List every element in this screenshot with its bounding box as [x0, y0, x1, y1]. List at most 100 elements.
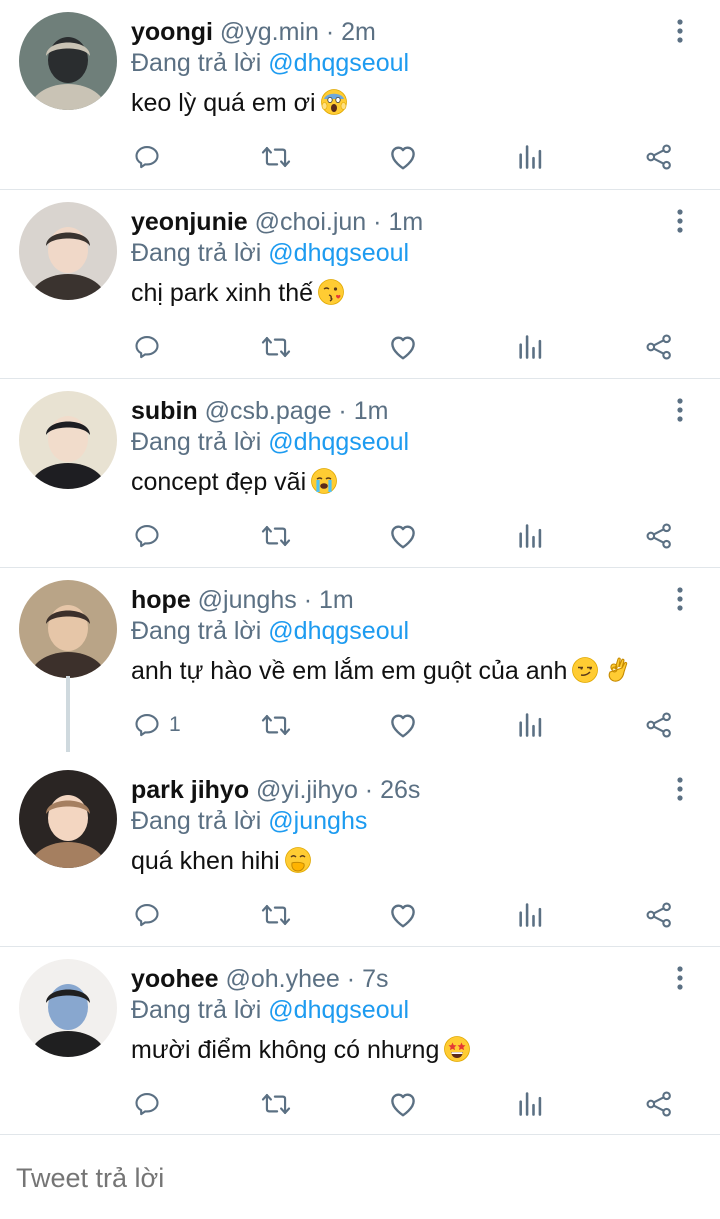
- retweet-button[interactable]: [259, 1087, 293, 1121]
- reply-tweet[interactable]: yoongi @yg.min · 2m Đang trả lời @dhqgseo…: [0, 0, 720, 190]
- retweet-icon: [259, 901, 293, 929]
- mention-link[interactable]: @junghs: [268, 807, 367, 835]
- reply-button[interactable]: [133, 140, 169, 174]
- reply-tweet[interactable]: yeonjunie @choi.jun · 1m Đang trả lời @dh…: [0, 190, 720, 379]
- reply-button[interactable]: [133, 898, 169, 932]
- timestamp[interactable]: 1m: [388, 208, 423, 236]
- user-handle[interactable]: @yg.min: [220, 18, 319, 46]
- retweet-button[interactable]: [259, 898, 293, 932]
- share-button[interactable]: [645, 519, 673, 553]
- tweet-text: mười điểm không có nhưng: [131, 1032, 471, 1068]
- more-options-icon[interactable]: [670, 395, 690, 425]
- avatar[interactable]: [19, 770, 117, 868]
- analytics-button[interactable]: [517, 708, 543, 742]
- like-button[interactable]: [388, 519, 418, 553]
- display-name[interactable]: yoongi: [131, 18, 213, 46]
- timestamp[interactable]: 1m: [354, 397, 389, 425]
- like-button[interactable]: [388, 708, 418, 742]
- star-struck-icon: [443, 1035, 471, 1063]
- more-options-icon[interactable]: [670, 584, 690, 614]
- reply-tweet[interactable]: yoohee @oh.yhee · 7s Đang trả lời @dhqgse…: [0, 947, 720, 1134]
- timestamp[interactable]: 1m: [319, 586, 354, 614]
- heart-icon: [388, 143, 418, 171]
- tweet-header: yoohee @oh.yhee · 7s: [131, 963, 388, 995]
- avatar[interactable]: [19, 959, 117, 1057]
- user-handle[interactable]: @csb.page: [205, 397, 332, 425]
- user-handle[interactable]: @yi.jihyo: [256, 776, 358, 804]
- like-button[interactable]: [388, 1087, 418, 1121]
- reply-button[interactable]: [133, 1087, 169, 1121]
- more-options-icon[interactable]: [670, 963, 690, 993]
- share-button[interactable]: [645, 330, 673, 364]
- like-button[interactable]: [388, 330, 418, 364]
- mention-link[interactable]: @dhqgseoul: [268, 617, 409, 645]
- separator-dot: ·: [338, 397, 347, 425]
- reply-button[interactable]: 1: [133, 708, 181, 742]
- reply-button[interactable]: [133, 330, 169, 364]
- analytics-button[interactable]: [517, 140, 543, 174]
- tweet-text: anh tự hào về em lắm em guột của anh: [131, 653, 631, 689]
- analytics-button[interactable]: [517, 330, 543, 364]
- timestamp[interactable]: 7s: [362, 965, 388, 993]
- analytics-button[interactable]: [517, 898, 543, 932]
- avatar[interactable]: [19, 391, 117, 489]
- retweet-icon: [259, 711, 293, 739]
- user-handle[interactable]: @oh.yhee: [225, 965, 339, 993]
- separator-dot: ·: [346, 965, 356, 993]
- tweet-header: yoongi @yg.min · 2m: [131, 16, 376, 48]
- reply-tweet[interactable]: subin @csb.page · 1m Đang trả lời @dhqgse…: [0, 379, 720, 568]
- timestamp[interactable]: 2m: [341, 18, 376, 46]
- heart-icon: [388, 1090, 418, 1118]
- bar-chart-icon: [517, 522, 543, 550]
- user-handle[interactable]: @choi.jun: [255, 208, 367, 236]
- avatar[interactable]: [19, 12, 117, 110]
- replying-to: Đang trả lời @dhqgseoul: [131, 47, 409, 79]
- display-name[interactable]: yeonjunie: [131, 208, 248, 236]
- user-handle[interactable]: @junghs: [198, 586, 297, 614]
- action-bar: 1: [0, 708, 720, 742]
- reply-icon: [133, 143, 161, 171]
- tweet-reply-input[interactable]: [16, 1163, 696, 1194]
- replying-to-label: Đang trả lời: [131, 428, 262, 456]
- timestamp[interactable]: 26s: [380, 776, 420, 804]
- retweet-button[interactable]: [259, 330, 293, 364]
- like-button[interactable]: [388, 898, 418, 932]
- action-bar: [0, 330, 720, 364]
- share-button[interactable]: [645, 1087, 673, 1121]
- reply-tweet[interactable]: hope @junghs · 1m Đang trả lời @dhqgseoul…: [0, 568, 720, 758]
- display-name[interactable]: hope: [131, 586, 191, 614]
- retweet-button[interactable]: [259, 140, 293, 174]
- share-button[interactable]: [645, 708, 673, 742]
- replying-to-label: Đang trả lời: [131, 996, 262, 1024]
- analytics-button[interactable]: [517, 519, 543, 553]
- like-button[interactable]: [388, 140, 418, 174]
- share-icon: [645, 901, 673, 929]
- display-name[interactable]: subin: [131, 397, 198, 425]
- retweet-button[interactable]: [259, 519, 293, 553]
- more-options-icon[interactable]: [670, 206, 690, 236]
- share-button[interactable]: [645, 140, 673, 174]
- retweet-button[interactable]: [259, 708, 293, 742]
- replying-to-label: Đang trả lời: [131, 807, 262, 835]
- reply-icon: [133, 1090, 161, 1118]
- more-options-icon[interactable]: [670, 774, 690, 804]
- share-icon: [645, 333, 673, 361]
- mention-link[interactable]: @dhqgseoul: [268, 239, 409, 267]
- reply-tweet[interactable]: park jihyo @yi.jihyo · 26s Đang trả lời @…: [0, 758, 720, 947]
- avatar[interactable]: [19, 202, 117, 300]
- share-icon: [645, 711, 673, 739]
- share-icon: [645, 1090, 673, 1118]
- retweet-icon: [259, 522, 293, 550]
- share-icon: [645, 522, 673, 550]
- reply-button[interactable]: [133, 519, 169, 553]
- more-options-icon[interactable]: [670, 16, 690, 46]
- share-button[interactable]: [645, 898, 673, 932]
- display-name[interactable]: park jihyo: [131, 776, 249, 804]
- mention-link[interactable]: @dhqgseoul: [268, 996, 409, 1024]
- avatar[interactable]: [19, 580, 117, 678]
- mention-link[interactable]: @dhqgseoul: [268, 428, 409, 456]
- mention-link[interactable]: @dhqgseoul: [268, 49, 409, 77]
- bar-chart-icon: [517, 711, 543, 739]
- analytics-button[interactable]: [517, 1087, 543, 1121]
- display-name[interactable]: yoohee: [131, 965, 219, 993]
